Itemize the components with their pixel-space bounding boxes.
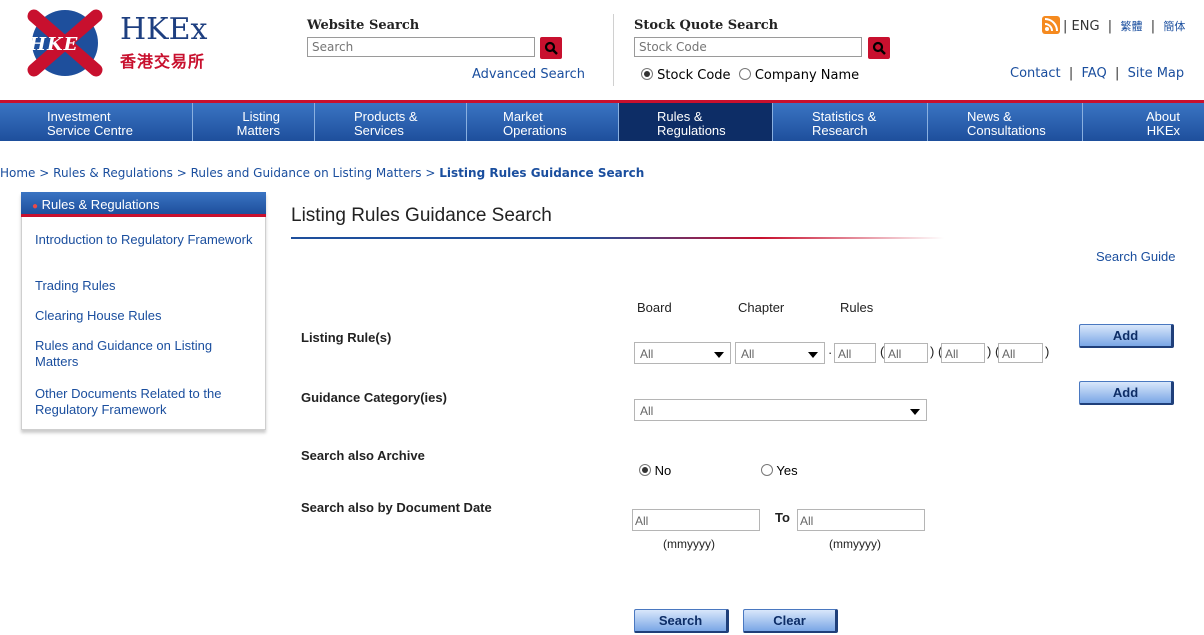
board-select[interactable]: All: [634, 342, 731, 364]
breadcrumb-current: Listing Rules Guidance Search: [439, 166, 645, 180]
search-icon: [544, 41, 558, 55]
sub-rule-input-1[interactable]: All: [884, 343, 928, 363]
sidebar-item-other-documents[interactable]: Other Documents Related to the Regulator…: [35, 386, 255, 418]
logo-name: HKEx: [120, 12, 208, 47]
website-search-go-button[interactable]: [540, 37, 562, 59]
site-map-link[interactable]: Site Map: [1128, 66, 1185, 81]
header-divider: [613, 14, 614, 86]
logo-chinese: 香港交易所: [120, 54, 206, 71]
stock-search-type: Stock Code Company Name: [641, 68, 859, 83]
radio-company-name-label[interactable]: Company Name: [755, 68, 859, 83]
breadcrumb-home[interactable]: Home: [0, 166, 35, 180]
chapter-select[interactable]: All: [735, 342, 825, 364]
column-rules: Rules: [840, 300, 874, 315]
document-date-label: Search also by Document Date: [301, 500, 492, 515]
stock-quote-go-button[interactable]: [868, 37, 890, 59]
nav-products-services[interactable]: Products & Services: [315, 103, 467, 141]
date-from-input[interactable]: All: [632, 509, 760, 531]
nav-about-hkex[interactable]: About HKEx: [1083, 103, 1204, 141]
advanced-search-link[interactable]: Advanced Search: [472, 67, 585, 82]
radio-archive-yes[interactable]: [761, 464, 773, 476]
nav-listing-matters[interactable]: Listing Matters: [193, 103, 315, 141]
archive-label: Search also Archive: [301, 448, 425, 463]
search-button[interactable]: Search: [634, 609, 729, 633]
logo-mark: HKE: [29, 34, 79, 55]
clear-button[interactable]: Clear: [743, 609, 838, 633]
website-search-input[interactable]: [307, 37, 535, 57]
lang-traditional[interactable]: 繁體: [1120, 20, 1142, 33]
lang-simplified[interactable]: 簡体: [1163, 20, 1185, 33]
column-chapter: Chapter: [738, 300, 785, 315]
date-to-label: To: [775, 510, 790, 525]
chevron-down-icon: [714, 352, 724, 358]
date-to-format-hint: (mmyyyy): [829, 537, 881, 551]
nav-rules-regulations[interactable]: Rules & Regulations: [619, 103, 773, 141]
sidebar-item-regulatory-framework[interactable]: Introduction to Regulatory Framework: [35, 232, 255, 248]
sub-rule-input-3[interactable]: All: [998, 343, 1043, 363]
header-links: Contact | FAQ | Site Map: [1010, 66, 1185, 81]
rss-icon[interactable]: [1042, 16, 1060, 34]
page-title: Listing Rules Guidance Search: [291, 205, 552, 226]
guidance-category-label: Guidance Category(ies): [301, 390, 447, 405]
radio-stock-code[interactable]: [641, 68, 653, 80]
sidebar-item-trading-rules[interactable]: Trading Rules: [35, 278, 255, 294]
guidance-category-select[interactable]: All: [634, 399, 927, 421]
sidebar-item-clearing-house-rules[interactable]: Clearing House Rules: [35, 308, 255, 324]
nav-investment-service-centre[interactable]: Investment Service Centre: [0, 103, 193, 141]
faq-link[interactable]: FAQ: [1082, 66, 1107, 81]
lang-eng[interactable]: ENG: [1072, 19, 1100, 34]
nav-market-operations[interactable]: Market Operations: [467, 103, 619, 141]
hkex-logo[interactable]: HKE HKEx 香港交易所: [20, 8, 225, 78]
nav-statistics-research[interactable]: Statistics & Research: [773, 103, 928, 141]
column-board: Board: [637, 300, 672, 315]
rule-dot: ·: [828, 345, 833, 360]
main-nav: Investment Service Centre Listing Matters …: [0, 100, 1204, 141]
chevron-down-icon: [808, 352, 818, 358]
bullet-icon: ●: [32, 201, 39, 212]
search-icon: [872, 41, 886, 55]
sidebar: Introduction to Regulatory Framework Tra…: [21, 192, 266, 430]
stock-code-input[interactable]: [634, 37, 862, 57]
date-from-format-hint: (mmyyyy): [663, 537, 715, 551]
listing-rules-label: Listing Rule(s): [301, 330, 392, 345]
sidebar-heading[interactable]: ● Rules & Regulations: [21, 192, 266, 217]
rule-input[interactable]: All: [834, 343, 876, 363]
date-to-input[interactable]: All: [797, 509, 925, 531]
search-guide-link[interactable]: Search Guide: [1096, 249, 1176, 264]
chevron-down-icon: [910, 409, 920, 415]
add-guidance-category-button[interactable]: Add: [1079, 381, 1174, 405]
sidebar-item-listing-matters[interactable]: Rules and Guidance on Listing Matters: [35, 338, 255, 370]
website-search-title: Website Search: [307, 18, 420, 33]
breadcrumb-rules-guidance[interactable]: Rules and Guidance on Listing Matters: [191, 166, 422, 180]
radio-company-name[interactable]: [738, 68, 751, 80]
title-underline: [291, 237, 944, 239]
add-listing-rule-button[interactable]: Add: [1079, 324, 1174, 348]
sub-rule-input-2[interactable]: All: [941, 343, 985, 363]
breadcrumb: Home > Rules & Regulations > Rules and G…: [0, 166, 645, 180]
language-switch: | ENG | 繁體 | 簡体: [1063, 19, 1186, 34]
breadcrumb-rules-regulations[interactable]: Rules & Regulations: [53, 166, 173, 180]
nav-news-consultations[interactable]: News & Consultations: [928, 103, 1083, 141]
archive-yes-option[interactable]: Yes: [761, 463, 798, 478]
contact-link[interactable]: Contact: [1010, 66, 1061, 81]
radio-archive-no[interactable]: [639, 464, 651, 476]
radio-stock-code-label[interactable]: Stock Code: [657, 68, 730, 83]
archive-no-option[interactable]: No: [639, 463, 671, 478]
stock-quote-title: Stock Quote Search: [634, 18, 779, 33]
